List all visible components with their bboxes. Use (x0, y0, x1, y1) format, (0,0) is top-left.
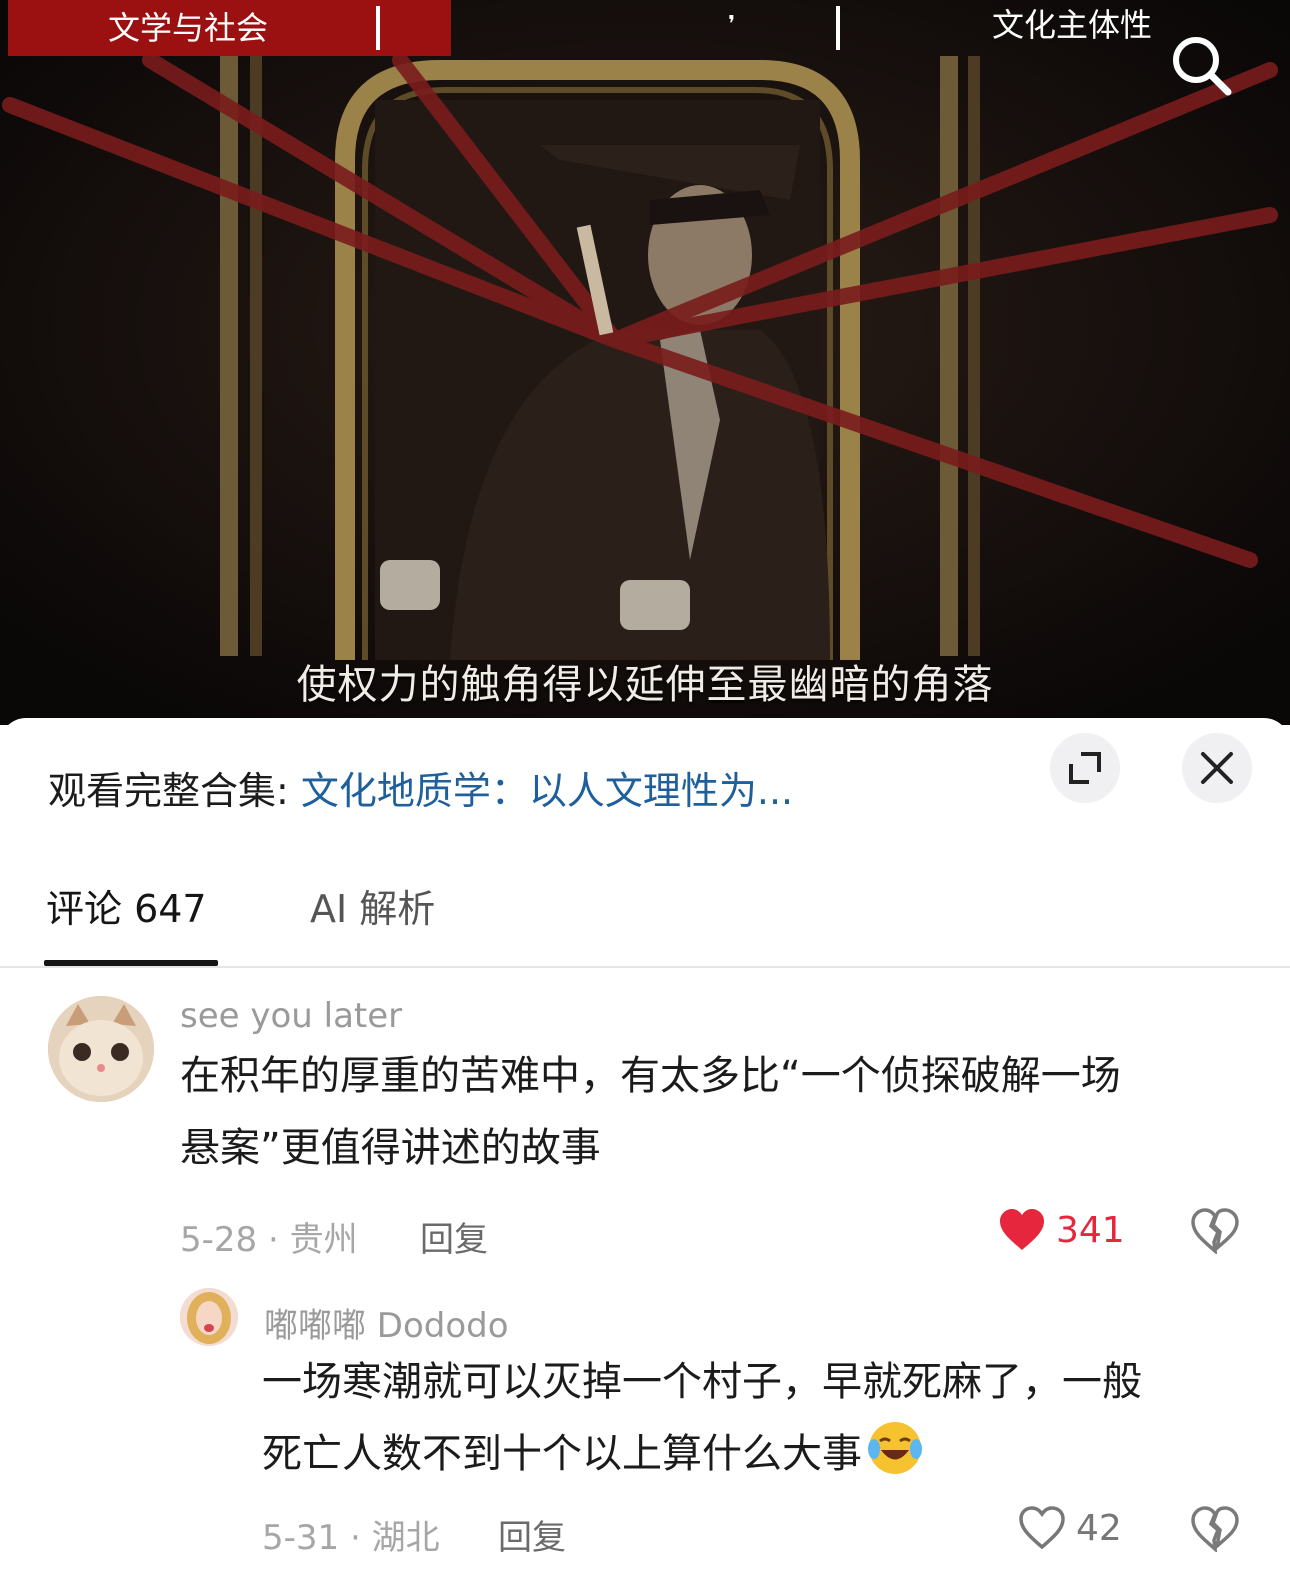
collection-prefix: 观看完整合集: (48, 769, 301, 813)
broken-heart-icon (1191, 1208, 1239, 1256)
tab-ai-analysis[interactable]: AI 解析 (310, 878, 435, 933)
dislike-button[interactable] (1190, 1506, 1240, 1556)
comment-text-line: 一场寒潮就可以灭掉一个村子，早就死麻了，一般 (262, 1359, 1142, 1405)
broken-heart-icon (1191, 1506, 1239, 1554)
tab-comments[interactable]: 评论 647 (46, 878, 207, 933)
video-frame-image (0, 0, 1290, 725)
comment-tabs: 评论 647 AI 解析 (0, 878, 1290, 968)
close-icon (1201, 752, 1233, 784)
avatar[interactable] (48, 996, 154, 1102)
comment-text: 一场寒潮就可以灭掉一个村子，早就死麻了，一般 死亡人数不到十个以上算什么大事 (262, 1346, 1262, 1490)
comment-username[interactable]: see you later (180, 996, 402, 1036)
like-count: 42 (1076, 1507, 1122, 1549)
decorative-mark: ❜ (728, 12, 736, 37)
video-player[interactable]: 文学与社会 ❜ 文化主体性 使权力的触角得以延伸至最幽暗的角落 (0, 0, 1290, 725)
search-icon[interactable] (1168, 32, 1238, 102)
collection-link[interactable]: 观看完整合集: 文化地质学：以人文理性为... (48, 760, 793, 815)
divider (836, 6, 840, 50)
like-button[interactable]: 341 (998, 1208, 1125, 1252)
comments-sheet: 观看完整合集: 文化地质学：以人文理性为... 评论 647 AI 解析 see… (0, 718, 1290, 1590)
expand-button[interactable] (1050, 733, 1120, 803)
comment-meta: 5-31 · 湖北 (262, 1518, 440, 1558)
heart-outline-icon (1019, 1506, 1065, 1550)
topic-tag-left[interactable]: 文学与社会 (8, 0, 451, 56)
comment-item: see you later 在积年的厚重的苦难中，有太多比“一个侦探破解一场 悬… (0, 988, 1290, 1268)
dislike-button[interactable] (1190, 1208, 1240, 1258)
topic-tag-right[interactable]: 文化主体性 (992, 0, 1152, 56)
divider (0, 966, 1290, 968)
reply-button[interactable]: 回复 (420, 1212, 488, 1261)
expand-icon (1069, 752, 1101, 784)
collection-title[interactable]: 文化地质学：以人文理性为... (301, 769, 793, 813)
reply-button[interactable]: 回复 (498, 1510, 566, 1559)
comment-text-line: 在积年的厚重的苦难中，有太多比“一个侦探破解一场 (180, 1053, 1121, 1099)
comment-text: 在积年的厚重的苦难中，有太多比“一个侦探破解一场 悬案”更值得讲述的故事 (180, 1040, 1240, 1184)
comment-meta: 5-28 · 贵州 (180, 1220, 358, 1260)
laughing-crying-emoji-icon (868, 1422, 922, 1474)
like-count: 341 (1056, 1209, 1125, 1251)
like-button[interactable]: 42 (1018, 1506, 1122, 1550)
comment-reply-item: 嘟嘟嘟 Dododo 一场寒潮就可以灭掉一个村子，早就死麻了，一般 死亡人数不到… (0, 1288, 1290, 1588)
close-button[interactable] (1182, 733, 1252, 803)
video-topbar: 文学与社会 ❜ 文化主体性 (0, 0, 1290, 56)
topic-tag-left-label: 文学与社会 (108, 9, 269, 47)
comment-text-line: 悬案”更值得讲述的故事 (180, 1125, 601, 1171)
comment-username[interactable]: 嘟嘟嘟 Dododo (264, 1298, 509, 1347)
divider (376, 6, 380, 50)
comment-text-line: 死亡人数不到十个以上算什么大事 (262, 1418, 1262, 1490)
heart-filled-icon (1000, 1209, 1044, 1250)
avatar[interactable] (180, 1288, 238, 1346)
video-subtitle: 使权力的触角得以延伸至最幽暗的角落 (296, 662, 994, 708)
